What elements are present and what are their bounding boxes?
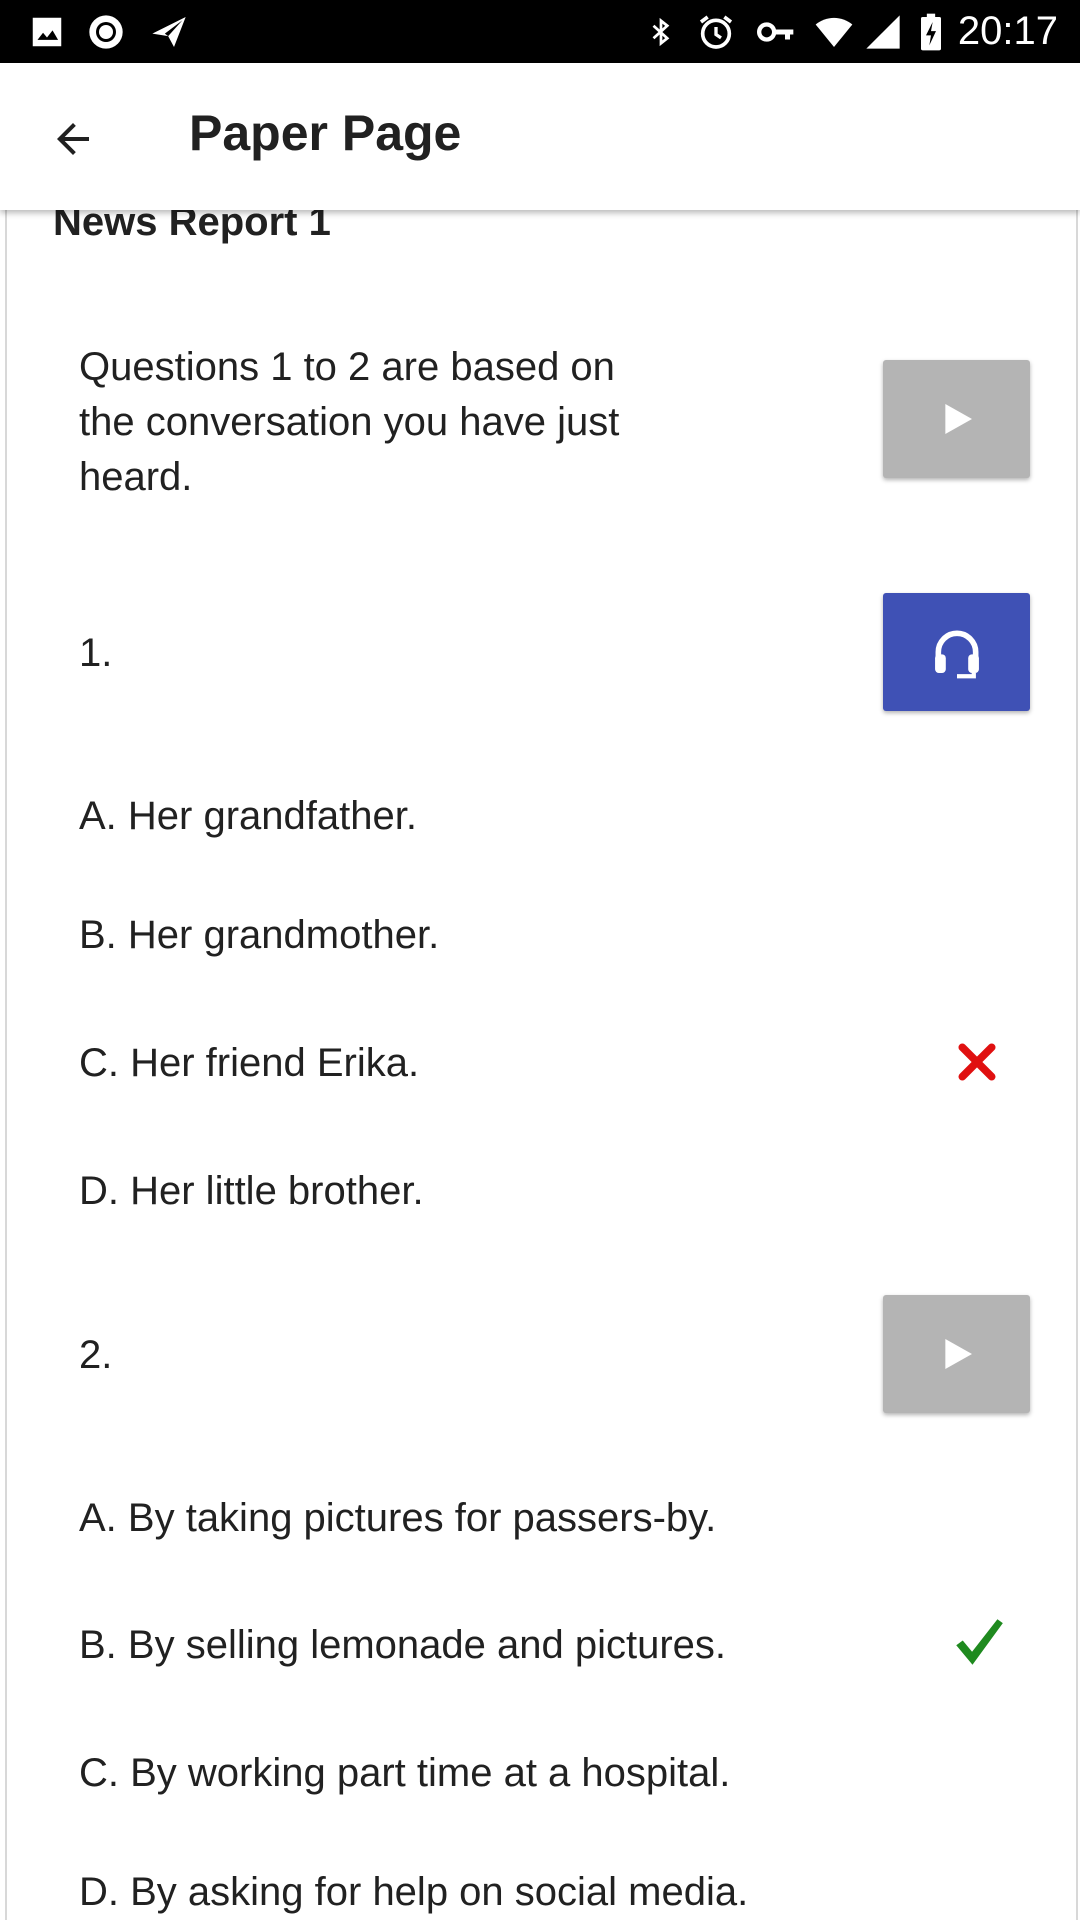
alarm-icon [699,15,733,49]
question-1-option-b[interactable]: B. Her grandmother. [79,911,919,959]
question-number: 2. [79,1333,113,1377]
play-icon [944,1339,972,1369]
image-icon [32,17,62,47]
signal-icon [866,15,900,49]
question-2-option-c[interactable]: C. By working part time at a hospital. [79,1749,919,1797]
battery-charging-icon [921,13,941,51]
question-2-play-button[interactable] [883,1295,1030,1413]
status-time: 20:17 [957,9,1058,53]
wrong-mark-icon [958,1043,996,1081]
question-2-option-b[interactable]: B. By selling lemonade and pictures. [79,1621,919,1669]
headset-icon [934,630,979,679]
question-2-option-a[interactable]: A. By taking pictures for passers-by. [79,1494,919,1542]
status-bar: 20:17 [0,0,1080,63]
question-1-listen-button[interactable] [883,593,1030,711]
record-icon [89,15,123,49]
send-icon [152,17,186,47]
page-title: Paper Page [189,105,462,161]
paper-content: News Report 1 Questions 1 to 2 are based… [5,210,1078,1920]
section-play-button[interactable] [883,360,1030,478]
play-icon [944,404,972,434]
back-button[interactable] [30,99,116,179]
arrow-back-icon [57,123,89,155]
section-intro: Questions 1 to 2 are based on the conver… [79,345,620,499]
vpn-key-icon [757,22,794,42]
app-bar: Paper Page [0,63,1080,210]
question-2-option-d[interactable]: D. By asking for help on social media. [79,1868,919,1916]
question-number: 1. [79,631,113,675]
question-1-option-c[interactable]: C. Her friend Erika. [79,1039,919,1087]
correct-mark-icon [956,1619,1003,1665]
question-1-option-d[interactable]: D. Her little brother. [79,1167,919,1215]
section-title: News Report 1 [53,210,331,244]
wifi-icon [815,17,853,47]
bluetooth-icon [652,17,670,47]
question-1-option-a[interactable]: A. Her grandfather. [79,792,919,840]
